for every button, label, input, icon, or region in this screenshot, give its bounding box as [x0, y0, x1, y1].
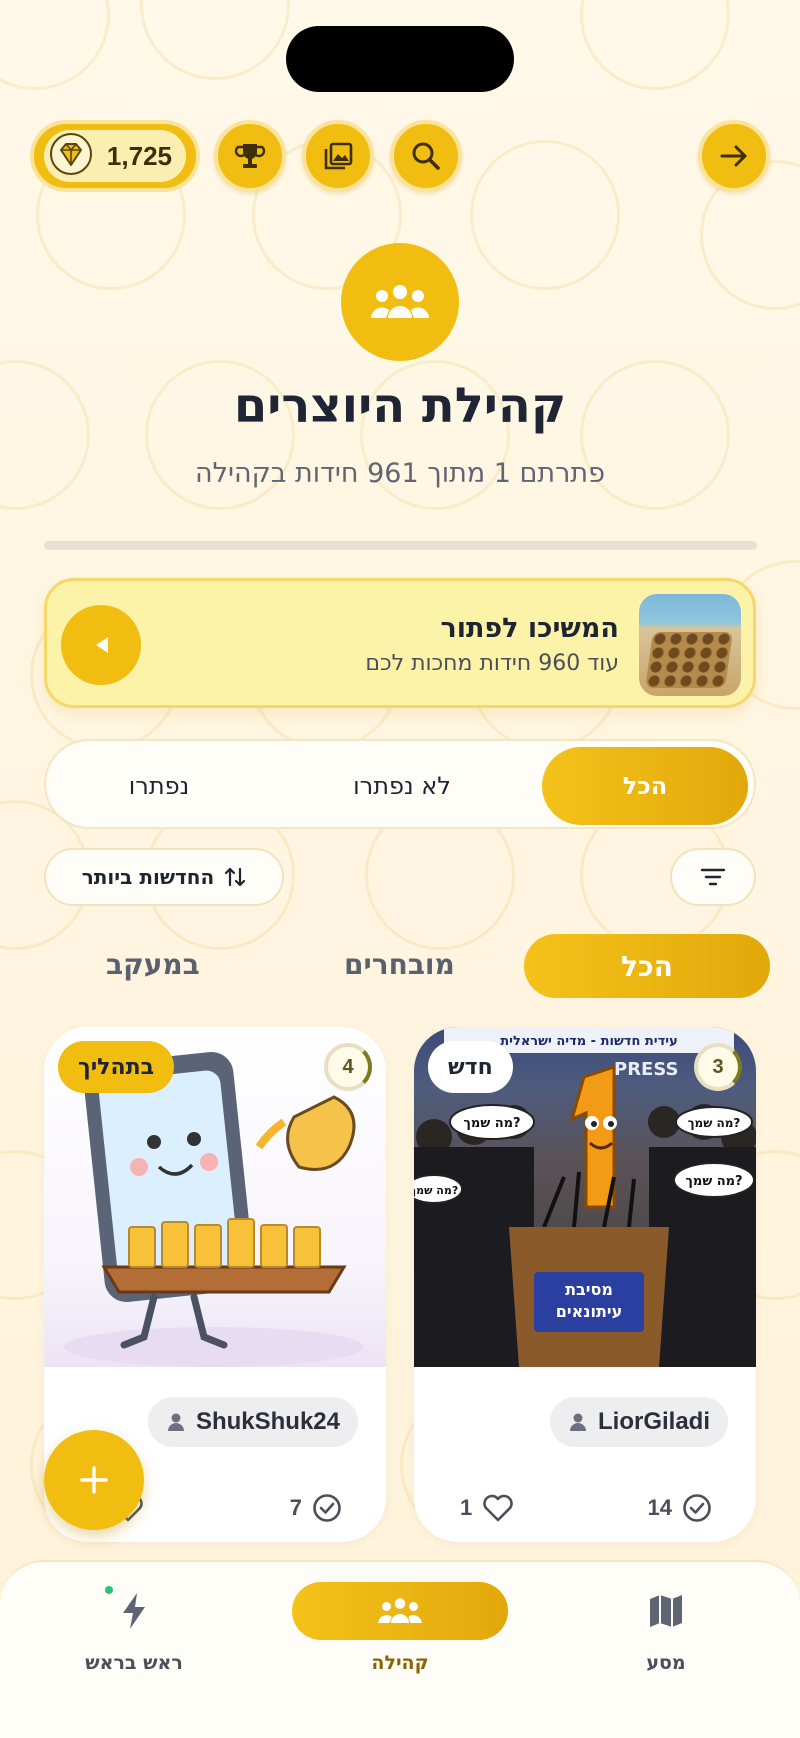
sort-label: החדשות ביותר [81, 865, 215, 889]
search-icon [412, 142, 440, 170]
gems-counter[interactable]: 1,725 [30, 120, 200, 192]
bottom-navigation: מסע קהילה ראש בראש [0, 1560, 800, 1738]
solves-count: 14 [648, 1493, 712, 1523]
create-puzzle-button[interactable] [44, 1430, 144, 1530]
continue-solving-card[interactable]: המשיכו לפתור עוד 960 חידות מחכות לכם [44, 578, 756, 708]
author-name: ShukShuk24 [195, 1408, 340, 1435]
gallery-button[interactable] [302, 120, 374, 192]
tab-featured[interactable]: מובחרים [344, 948, 455, 981]
segment-solved[interactable]: נפתרו [56, 747, 262, 825]
gems-value: 1,725 [106, 140, 172, 171]
press-sign-text: PRESS [614, 1059, 678, 1080]
speech-bubble-text: מה שמך? [414, 1184, 458, 1197]
speech-bubble-text: מה שמך? [685, 1174, 742, 1189]
status-badge: בתהליך [58, 1041, 175, 1093]
continue-thumbnail [639, 594, 741, 696]
nav-label: מסע [646, 1652, 686, 1674]
filter-button[interactable] [670, 848, 756, 906]
search-button[interactable] [390, 120, 462, 192]
sort-icon [225, 867, 246, 887]
nav-item-community[interactable]: קהילה [292, 1582, 508, 1674]
author-name: LiorGiladi [597, 1408, 710, 1435]
puzzle-card[interactable]: עידית חדשות - מדיה ישראלית PRESS מסיבת ע… [414, 1027, 756, 1542]
community-progress-bar [44, 541, 757, 550]
page-title: קהילת היוצרים [233, 378, 567, 434]
play-left-icon [96, 637, 108, 653]
filter-icon [700, 868, 726, 886]
like-button[interactable]: 1 [460, 1493, 514, 1523]
heart-icon [483, 1494, 514, 1522]
person-icon [569, 1413, 586, 1431]
segment-all[interactable]: הכל [542, 747, 748, 825]
leaderboard-button[interactable] [214, 120, 286, 192]
puzzle-count-ring: 3 [694, 1043, 742, 1091]
author-chip[interactable]: ShukShuk24 [147, 1397, 358, 1447]
podium-text-line1: מסיבת [565, 1280, 613, 1299]
nav-label: קהילה [371, 1652, 429, 1674]
gem-icon [50, 133, 92, 179]
beach-board-image [645, 632, 733, 688]
tab-all[interactable]: הכל [524, 934, 770, 998]
author-chip[interactable]: LiorGiladi [549, 1397, 728, 1447]
page-subtitle: פתרתם 1 מתוך 961 חידות בקהילה [194, 458, 606, 489]
solves-count: 7 [290, 1493, 342, 1523]
trophy-icon [234, 144, 266, 168]
community-icon [378, 1598, 422, 1623]
plus-icon [80, 1466, 108, 1494]
nav-item-journey[interactable]: מסע [566, 1582, 766, 1674]
solved-filter-segment: הכל לא נפתרו נפתרו [44, 739, 756, 829]
nav-item-head-to-head[interactable]: ראש בראש [34, 1582, 234, 1674]
community-icon [371, 285, 429, 318]
person-icon [167, 1413, 184, 1431]
check-circle-icon [313, 1494, 341, 1522]
continue-play-button[interactable] [61, 605, 141, 685]
map-icon [650, 1595, 682, 1627]
podium-text-line2: עיתונאים [556, 1302, 623, 1321]
speech-bubble-text: מה שמך? [688, 1116, 741, 1130]
back-button[interactable] [698, 120, 770, 192]
arrow-right-icon [720, 145, 747, 167]
sort-button[interactable]: החדשות ביותר [44, 848, 284, 906]
check-circle-icon [683, 1494, 711, 1522]
notification-dot [105, 1586, 113, 1594]
continue-subtitle: עוד 960 חידות מחכות לכם [365, 651, 619, 676]
continue-title: המשיכו לפתור [440, 613, 619, 644]
tab-following[interactable]: במעקב [106, 948, 200, 981]
lightning-icon [123, 1593, 145, 1629]
device-notch [286, 26, 514, 92]
puzzle-count-ring: 4 [324, 1043, 372, 1091]
speech-bubble-text: מה שמך? [463, 1116, 520, 1131]
status-badge: חדש [428, 1041, 513, 1093]
segment-unsolved[interactable]: לא נפתרו [299, 747, 505, 825]
press-banner-text: עידית חדשות - מדיה ישראלית [500, 1034, 677, 1049]
nav-label: ראש בראש [85, 1652, 183, 1674]
gallery-icon [324, 142, 353, 170]
community-hero-icon [341, 243, 459, 361]
